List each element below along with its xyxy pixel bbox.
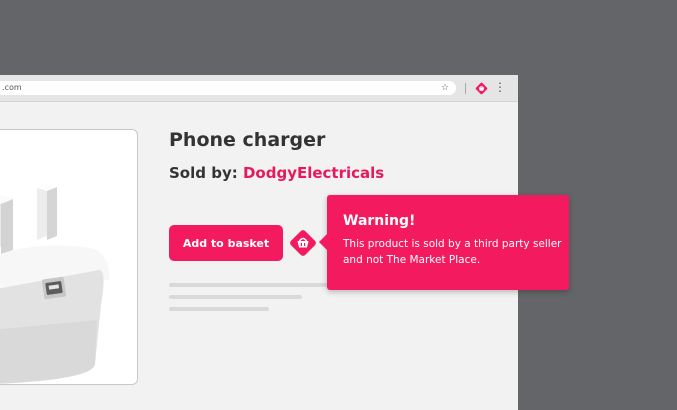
star-icon[interactable]: ☆ (441, 81, 449, 95)
address-bar[interactable]: .com ☆ (0, 81, 456, 95)
sold-by-label: Sold by: (169, 164, 238, 182)
toolbar-divider (465, 83, 466, 94)
placeholder-line (169, 283, 329, 287)
extension-basket-icon[interactable] (474, 81, 489, 96)
product-title: Phone charger (169, 129, 326, 151)
warning-message: This product is sold by a third party se… (343, 238, 562, 266)
add-to-basket-button[interactable]: Add to basket (169, 225, 283, 261)
placeholder-line (169, 295, 302, 299)
phone-charger-plug-image (0, 184, 110, 384)
product-image-frame (0, 129, 138, 385)
sold-by-line: Sold by: DodgyElectricals (169, 164, 384, 182)
basket-warning-icon[interactable] (288, 228, 318, 258)
more-vert-icon[interactable]: ⋮ (494, 79, 506, 96)
warning-title: Warning! (343, 213, 416, 229)
seller-name[interactable]: DodgyElectricals (243, 164, 384, 182)
url-text: .com (2, 83, 22, 92)
placeholder-line (169, 307, 269, 311)
browser-toolbar: .com ☆ ⋮ (0, 75, 518, 102)
warning-tooltip: Warning! This product is sold by a third… (319, 195, 569, 290)
tooltip-arrow (319, 234, 327, 250)
